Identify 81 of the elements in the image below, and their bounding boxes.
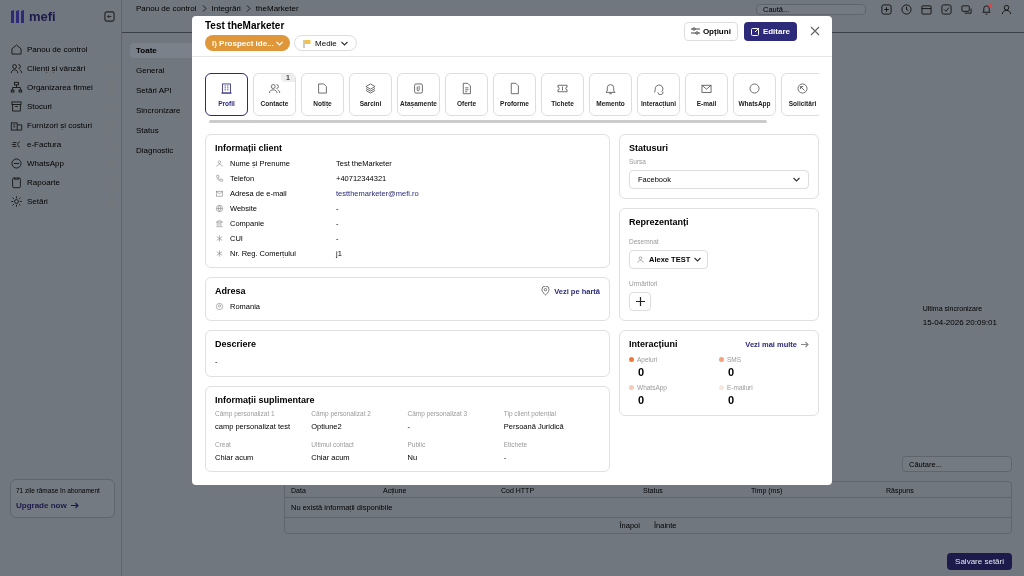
org-chart-icon [10,81,23,94]
sliders-icon [690,27,700,35]
flag-icon [303,38,311,48]
scrollbar[interactable] [209,120,768,123]
sidebar-item[interactable]: Furnizori și costuri [10,118,115,133]
people-icon [10,62,23,75]
add-follower-button[interactable] [629,292,651,311]
layers-icon [364,82,377,95]
stat-value: 0 [637,394,646,406]
user-icon[interactable] [1001,4,1012,15]
phone-icon [215,173,224,183]
modal-title: Test theMarketer [205,20,286,31]
message-icon [748,82,761,95]
priority-dropdown[interactable]: Medie [294,35,357,51]
edit-button[interactable]: Editare [743,21,797,41]
logo-icon [10,8,26,24]
chevron-icon [201,5,207,12]
sync-value: 15-04-2026 20:09:01 [922,318,997,327]
close-icon[interactable] [810,26,820,36]
note-icon [316,82,329,95]
person-icon [636,255,645,264]
card-title: Descriere [215,339,258,349]
person-icon [215,158,224,168]
sidebar-item[interactable]: Panou de control [10,42,115,57]
globe-icon [215,203,224,213]
card-title: Informații suplimentare [215,395,316,405]
cursor-icon [796,82,809,95]
card-title: Statusuri [629,143,669,153]
breadcrumb-link[interactable]: Panou de control [136,4,197,13]
sidebar-item[interactable]: Clienți și vânzări [10,61,115,76]
chevron-down-icon [694,257,702,262]
sidebar-item[interactable]: WhatsApp [10,156,115,171]
options-button[interactable]: Opțiuni [683,21,738,41]
house-icon [10,43,23,56]
page-icon [508,82,521,95]
save-button[interactable]: Salvare setări [947,553,1012,570]
upgrade-link[interactable]: Upgrade now [16,501,67,510]
stat-value: 0 [727,366,736,378]
envelope-icon [700,82,713,95]
stat-value: 0 [727,394,736,406]
stat-value: 0 [637,366,646,378]
card-title: Reprezentanți [629,217,690,227]
bell-icon [604,82,617,95]
ticket-icon [556,82,569,95]
sidebar-item[interactable]: Rapoarte [10,175,115,190]
clipboard-icon [10,176,23,189]
asterisk-icon [215,248,224,258]
edit-icon [750,26,760,36]
checkbox-icon[interactable] [941,4,952,15]
bell-icon[interactable] [981,4,992,15]
chevron-down-icon [340,40,348,46]
buildings-icon [10,119,23,132]
card-title: Adresa [215,286,246,296]
asterisk-icon [215,233,224,243]
paperclip-icon [412,82,425,95]
breadcrumb-link[interactable]: theMarketer [255,4,299,13]
chevron-down-icon [793,177,800,182]
building-icon [220,82,233,95]
plus-icon [635,297,645,306]
box-icon [10,100,23,113]
envelope-icon [215,188,224,198]
arrow-icon [801,340,809,348]
chevron-down-icon [276,40,283,46]
document-icon [460,82,473,95]
sidebar-item[interactable]: Setări [10,194,115,209]
sidebar-item[interactable]: Organizarea firmei [10,80,115,95]
card-title: Interacțiuni [629,339,678,349]
calendar-icon[interactable] [921,4,932,15]
breadcrumb-link[interactable]: Integrări [211,4,241,13]
people-icon [268,82,281,95]
arrow-icon [70,502,79,509]
plus-icon[interactable] [881,4,892,15]
card-title: Informații client [215,143,283,153]
clock-icon[interactable] [901,4,912,15]
chevron-icon [245,5,251,12]
gear-icon [10,195,23,208]
logo-text: mefi [29,8,56,24]
bank-icon [215,218,224,228]
sidebar-item[interactable]: e-Factura [10,137,115,152]
sidebar-item[interactable]: Stocuri [10,99,115,114]
collapse-icon[interactable] [104,10,115,22]
